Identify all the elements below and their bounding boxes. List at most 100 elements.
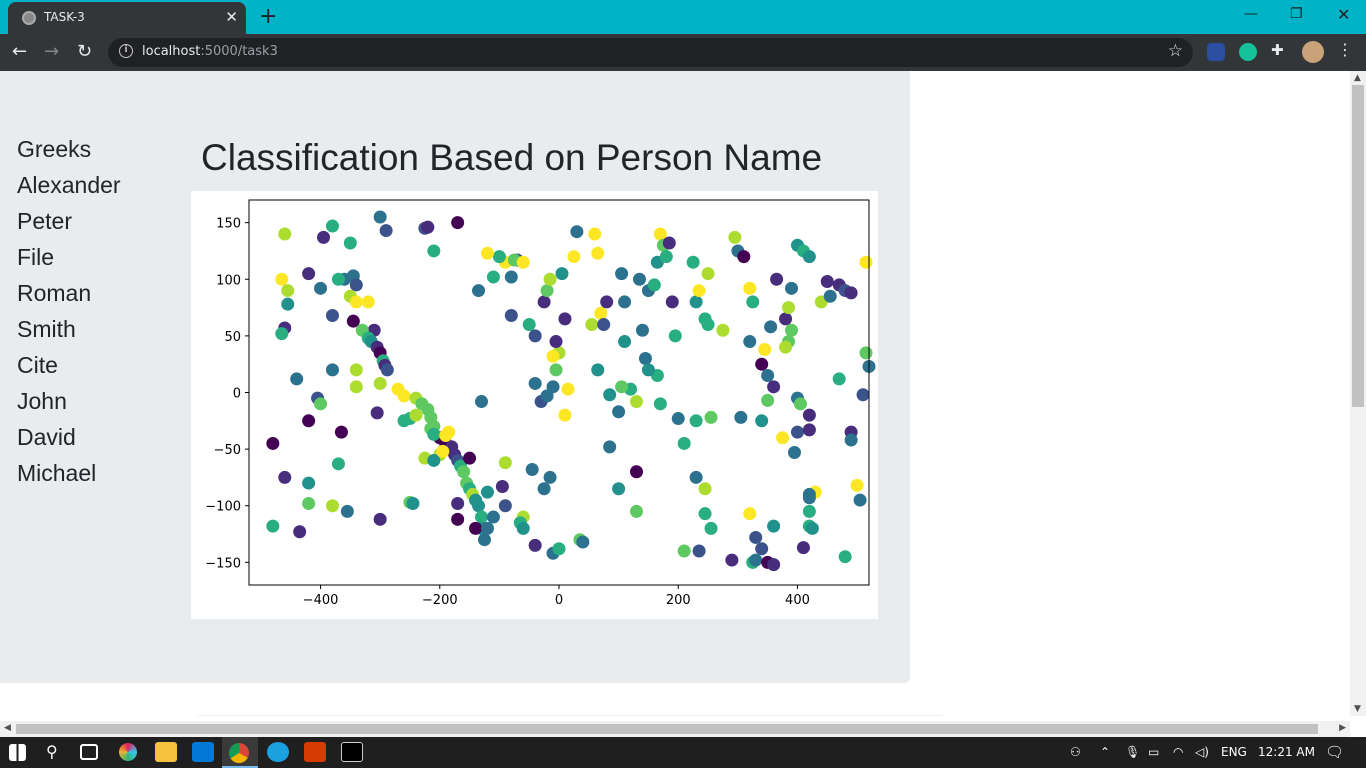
scatter-point [522, 318, 536, 332]
scatter-point [689, 295, 703, 309]
scatter-point [612, 405, 626, 419]
scatter-point [689, 470, 703, 484]
slack-icon[interactable] [119, 743, 137, 761]
scatter-point [373, 376, 387, 390]
clock[interactable]: 12:21 AM [1258, 745, 1315, 759]
close-window-icon[interactable]: ✕ [1337, 5, 1350, 24]
command-prompt-icon[interactable] [341, 742, 363, 762]
y-tick-label: −100 [205, 500, 241, 515]
battery-icon[interactable]: ▭ [1148, 745, 1159, 759]
main-panel: Greeks Alexander Peter File Roman Smith Cite Jo… [0, 71, 910, 683]
scatter-point [677, 544, 691, 558]
sidebar-link[interactable]: David [17, 419, 121, 455]
menu-kebab-icon[interactable]: ⋮ [1337, 40, 1355, 59]
scatter-point [692, 544, 706, 558]
scatter-point [787, 446, 801, 460]
scroll-right-icon[interactable]: ▶ [1339, 723, 1346, 733]
forward-arrow-icon[interactable]: → [44, 41, 59, 62]
office-icon[interactable] [304, 742, 326, 762]
scatter-point [266, 436, 280, 450]
bookmark-star-icon[interactable]: ☆ [1168, 41, 1183, 61]
scroll-up-icon[interactable]: ▲ [1354, 73, 1361, 83]
horizontal-scrollbar[interactable]: ◀ ▶ [0, 721, 1350, 737]
volume-icon[interactable]: ◁) [1195, 745, 1209, 759]
scatter-point [728, 230, 742, 244]
horizontal-scroll-thumb[interactable] [16, 724, 1318, 734]
scatter-point [409, 408, 423, 422]
scatter-point [767, 519, 781, 533]
scatter-point [325, 363, 339, 377]
address-bar[interactable]: i localhost:5000/task3 ☆ [108, 38, 1193, 67]
tab-task3[interactable]: TASK-3 ✕ [8, 2, 246, 34]
sidebar-link[interactable]: Alexander [17, 167, 121, 203]
scatter-point [698, 482, 712, 496]
scatter-point [767, 558, 781, 572]
people-icon[interactable]: ⚇ [1070, 745, 1081, 759]
windows-start-icon[interactable] [9, 744, 26, 761]
scatter-point [486, 510, 500, 524]
scatter-point [802, 504, 816, 518]
scatter-point [737, 250, 751, 264]
scatter-point [653, 397, 667, 411]
sidebar-link[interactable]: Peter [17, 203, 121, 239]
language-indicator[interactable]: ENG [1221, 745, 1247, 759]
microphone-icon[interactable]: 🎙 [1125, 745, 1140, 759]
scatter-point [379, 224, 393, 238]
scatter-point [537, 482, 551, 496]
scatter-point [820, 275, 834, 289]
x-tick-label: −400 [303, 593, 339, 608]
scatter-point [451, 496, 465, 510]
sidebar-link[interactable]: Greeks [17, 131, 121, 167]
info-icon[interactable]: i [119, 44, 133, 58]
search-icon[interactable]: ⚲ [46, 742, 58, 761]
scatter-point [543, 470, 557, 484]
scatter-point [701, 267, 715, 281]
scatter-point [546, 380, 560, 394]
sidebar-link[interactable]: Roman [17, 275, 121, 311]
mail-icon[interactable] [192, 742, 214, 762]
file-explorer-icon[interactable] [155, 742, 177, 762]
edge-icon[interactable] [267, 742, 289, 762]
minimize-icon[interactable]: — [1244, 6, 1258, 22]
scatter-point [597, 318, 611, 332]
scatter-point [689, 414, 703, 428]
scatter-point [528, 376, 542, 390]
vertical-scroll-thumb[interactable] [1352, 85, 1364, 407]
wifi-icon[interactable]: ◠ [1173, 745, 1183, 759]
scatter-point [549, 363, 563, 377]
screen-capture-extension-icon[interactable] [1207, 43, 1225, 61]
reload-icon[interactable]: ↻ [77, 41, 92, 62]
close-tab-icon[interactable]: ✕ [225, 8, 238, 26]
grammarly-extension-icon[interactable] [1239, 43, 1257, 61]
scroll-left-icon[interactable]: ◀ [4, 723, 11, 733]
notifications-icon[interactable]: 🗨 [1325, 743, 1344, 761]
vertical-scrollbar[interactable]: ▲ ▼ [1350, 71, 1366, 716]
scatter-point [380, 363, 394, 377]
sidebar-link[interactable]: Cite [17, 347, 121, 383]
extensions-puzzle-icon[interactable]: ✚ [1271, 41, 1289, 59]
scatter-point [603, 388, 617, 402]
scatter-point [796, 541, 810, 555]
scatter-point [755, 414, 769, 428]
scatter-point [451, 512, 465, 526]
back-arrow-icon[interactable]: ← [12, 41, 27, 62]
scatter-point [475, 510, 488, 524]
sidebar-link[interactable]: John [17, 383, 121, 419]
task-view-icon[interactable] [80, 744, 98, 760]
scatter-point [805, 521, 819, 535]
sidebar-link[interactable]: Smith [17, 311, 121, 347]
scatter-point [266, 519, 280, 533]
scatter-point [293, 525, 307, 539]
scatter-point [785, 323, 798, 337]
scatter-point [480, 485, 494, 499]
y-tick-label: 50 [224, 330, 241, 345]
sidebar-link[interactable]: File [17, 239, 121, 275]
sidebar-link[interactable]: Michael [17, 455, 121, 491]
scatter-point [764, 320, 778, 334]
show-hidden-icons[interactable]: ⌃ [1100, 745, 1110, 759]
scroll-down-icon[interactable]: ▼ [1354, 704, 1361, 714]
scatter-point [349, 278, 363, 292]
new-tab-button[interactable]: + [259, 4, 277, 29]
avatar[interactable] [1302, 41, 1324, 63]
restore-icon[interactable]: ❐ [1290, 6, 1303, 22]
